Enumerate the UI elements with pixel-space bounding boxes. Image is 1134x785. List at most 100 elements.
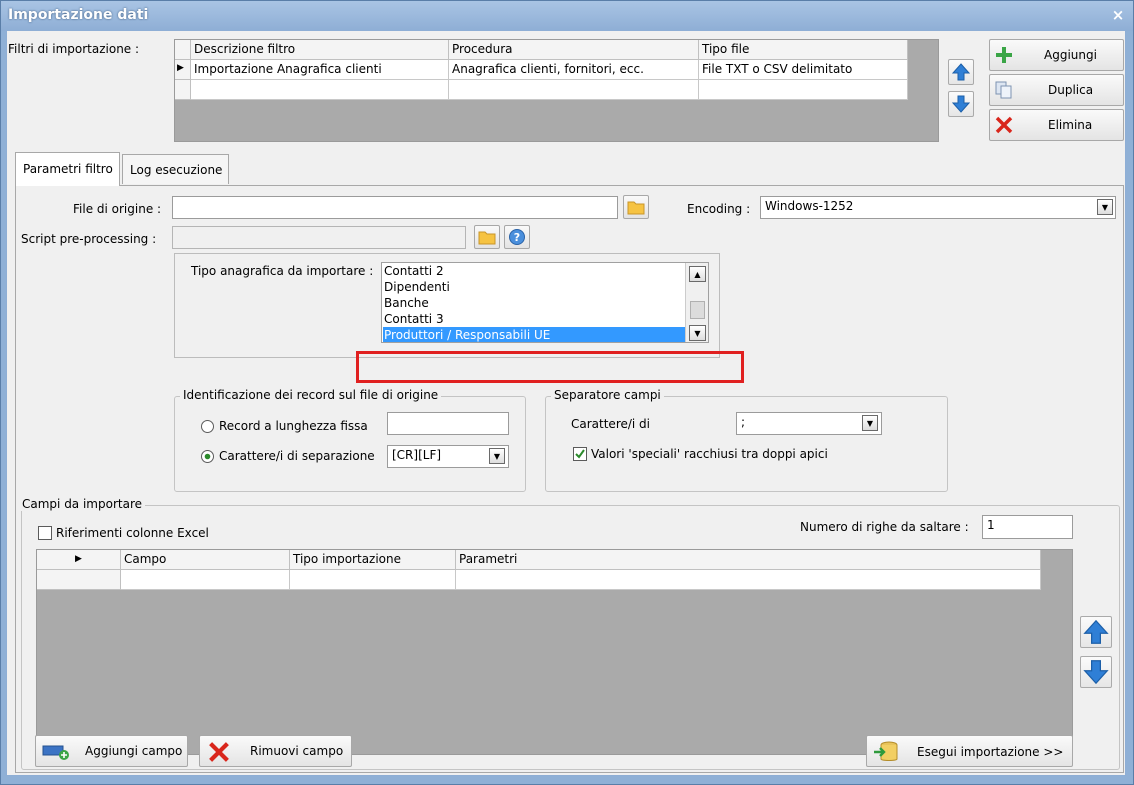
remove-field-button[interactable]: Rimuovi campo	[199, 735, 352, 767]
filter-row-descrizione[interactable]: Importazione Anagrafica clienti	[191, 60, 449, 80]
record-identification-group: Identificazione dei record sul file di o…	[174, 388, 526, 492]
folder-icon	[478, 231, 496, 245]
move-field-down-button[interactable]	[1080, 656, 1112, 688]
close-button[interactable]: ×	[1109, 6, 1127, 24]
field-new-row-cell[interactable]	[121, 570, 290, 590]
field-separator-select[interactable]: ;	[736, 412, 882, 435]
add-filter-button[interactable]: Aggiungi	[989, 39, 1124, 71]
skip-rows-label: Numero di righe da saltare :	[800, 520, 969, 534]
grid-row-marker: ▶	[37, 550, 121, 570]
move-filter-up-button[interactable]	[948, 59, 974, 85]
chevron-down-icon[interactable]: ▼	[862, 415, 878, 431]
add-field-button[interactable]: Aggiungi campo	[35, 735, 188, 767]
field-separator-value: ;	[741, 415, 746, 429]
col-header-parametri[interactable]: Parametri	[456, 550, 1041, 570]
encoding-value: Windows-1252	[765, 199, 854, 213]
delete-x-icon	[209, 742, 229, 762]
col-header-tipo-file[interactable]: Tipo file	[699, 40, 908, 60]
copy-icon	[995, 81, 1012, 99]
scroll-up-icon[interactable]: ▲	[689, 266, 706, 282]
arrow-down-icon	[1083, 660, 1109, 685]
filters-label: Filtri di importazione :	[8, 42, 140, 56]
registry-type-listbox[interactable]: Contatti 2 Dipendenti Banche Contatti 3 …	[381, 262, 709, 343]
browse-script-button[interactable]	[474, 225, 500, 249]
separator-label[interactable]: Carattere/i di separazione	[219, 449, 375, 463]
list-item[interactable]: Banche	[384, 296, 429, 310]
arrow-up-icon	[1083, 619, 1109, 644]
filter-new-row-cell[interactable]	[191, 80, 449, 100]
highlight-annotation-box	[356, 351, 744, 383]
tab-log-esecuzione[interactable]: Log esecuzione	[122, 154, 229, 184]
filter-row-tipo-file[interactable]: File TXT o CSV delimitato	[699, 60, 908, 80]
col-header-procedura[interactable]: Procedura	[449, 40, 699, 60]
row-indicator: ▶	[175, 60, 191, 80]
browse-source-button[interactable]	[623, 195, 649, 219]
field-separator-group: Separatore campi Carattere/i di ; ▼ Valo…	[545, 388, 948, 492]
tab-page-parametri: File di origine : Encoding : Windows-125…	[15, 185, 1124, 773]
run-import-button[interactable]: Esegui importazione >>	[866, 735, 1073, 767]
listbox-scrollbar[interactable]: ▲ ▼	[685, 263, 708, 342]
row-indicator-empty	[37, 570, 121, 590]
list-item[interactable]: Contatti 3	[384, 312, 444, 326]
fixed-length-input[interactable]	[387, 412, 509, 435]
chevron-down-icon[interactable]: ▼	[489, 448, 505, 464]
move-filter-down-button[interactable]	[948, 91, 974, 117]
list-item-selected[interactable]: Produttori / Responsabili UE	[383, 327, 685, 342]
add-field-icon	[42, 745, 69, 760]
char-label: Carattere/i di	[571, 417, 651, 431]
add-field-label: Aggiungi campo	[85, 744, 183, 758]
help-icon: ?	[509, 229, 525, 245]
run-import-icon	[874, 741, 898, 761]
field-new-row-cell[interactable]	[456, 570, 1041, 590]
remove-field-label: Rimuovi campo	[250, 744, 344, 758]
chevron-down-icon[interactable]: ▼	[1097, 199, 1113, 215]
fixed-length-label[interactable]: Record a lunghezza fissa	[219, 419, 368, 433]
title-bar[interactable]: Importazione dati ×	[1, 1, 1133, 31]
svg-text:?: ?	[514, 231, 520, 244]
filter-new-row-cell[interactable]	[449, 80, 699, 100]
delete-filter-button[interactable]: Elimina	[989, 109, 1124, 141]
move-field-up-button[interactable]	[1080, 616, 1112, 648]
field-new-row-cell[interactable]	[290, 570, 456, 590]
radio-separator[interactable]	[200, 449, 215, 464]
arrow-up-icon	[951, 63, 971, 81]
excel-refs-label[interactable]: Riferimenti colonne Excel	[56, 526, 209, 540]
quotes-label[interactable]: Valori 'speciali' racchiusi tra doppi ap…	[591, 447, 828, 461]
tab-label: Log esecuzione	[130, 163, 223, 177]
list-item[interactable]: Contatti 2	[384, 264, 444, 278]
radio-fixed[interactable]	[200, 419, 215, 434]
fields-title: Campi da importare	[19, 497, 145, 511]
col-header-campo[interactable]: Campo	[121, 550, 290, 570]
registry-type-panel: Tipo anagrafica da importare : Contatti …	[174, 253, 720, 358]
excel-refs-checkbox[interactable]	[38, 526, 52, 540]
encoding-select[interactable]: Windows-1252	[760, 196, 1116, 219]
row-indicator-empty	[175, 80, 191, 100]
filters-grid[interactable]: Descrizione filtro Procedura Tipo file ▶…	[174, 39, 939, 142]
col-header-descrizione[interactable]: Descrizione filtro	[191, 40, 449, 60]
tab-parametri-filtro[interactable]: Parametri filtro	[15, 152, 120, 186]
dialog-client-area: Filtri di importazione : Descrizione fil…	[6, 30, 1126, 776]
col-header-tipo-importazione[interactable]: Tipo importazione	[290, 550, 456, 570]
duplicate-filter-button[interactable]: Duplica	[989, 74, 1124, 106]
fields-to-import-group: Campi da importare Riferimenti colonne E…	[19, 497, 1120, 770]
filter-row-procedura[interactable]: Anagrafica clienti, fornitori, ecc.	[449, 60, 699, 80]
encoding-label: Encoding :	[687, 202, 751, 216]
quotes-checkbox[interactable]	[573, 447, 587, 461]
script-input[interactable]	[172, 226, 466, 249]
grid-corner	[175, 40, 191, 60]
delete-x-icon	[995, 116, 1013, 134]
record-separator-value: [CR][LF]	[392, 448, 442, 462]
arrow-down-icon	[951, 95, 971, 113]
run-import-label: Esegui importazione >>	[917, 745, 1064, 759]
source-file-input[interactable]	[172, 196, 618, 219]
script-label: Script pre-processing :	[21, 232, 157, 246]
list-item[interactable]: Dipendenti	[384, 280, 450, 294]
filter-new-row-cell[interactable]	[699, 80, 908, 100]
fields-grid[interactable]: ▶ Campo Tipo importazione Parametri	[36, 549, 1073, 755]
plus-icon	[996, 47, 1012, 63]
script-help-button[interactable]: ?	[504, 225, 530, 249]
scroll-down-icon[interactable]: ▼	[689, 325, 706, 341]
scroll-thumb[interactable]	[690, 301, 705, 319]
tab-label: Parametri filtro	[23, 162, 113, 176]
skip-rows-input[interactable]: 1	[982, 515, 1073, 539]
